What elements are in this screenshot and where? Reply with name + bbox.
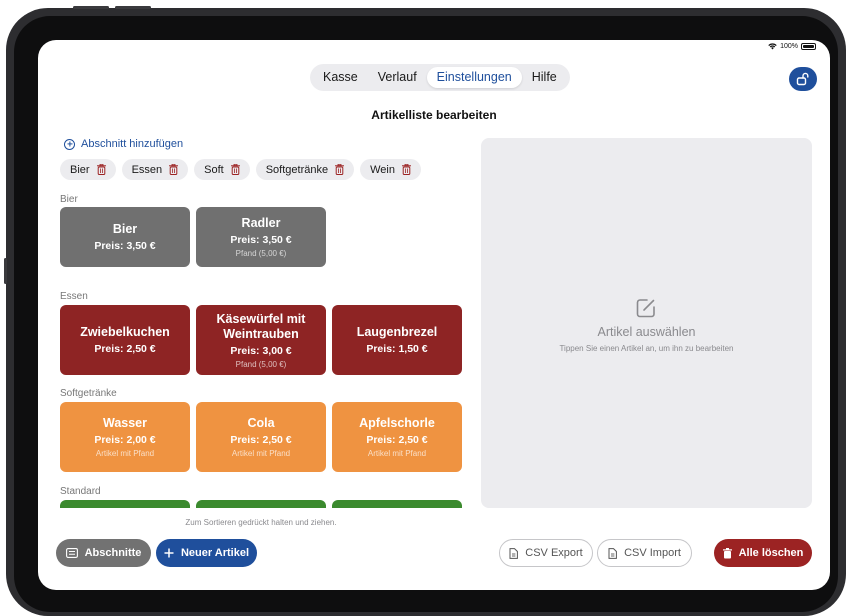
page-title: Artikelliste bearbeiten (371, 108, 497, 122)
article-tile[interactable]: Apfelschorle Preis: 2,50 € Artikel mit Pfa… (332, 402, 462, 472)
delete-all-button[interactable]: Alle löschen (714, 539, 812, 567)
side-button (4, 258, 7, 284)
article-price: Preis: 2,50 € (94, 343, 156, 355)
detail-hint: Tippen Sie einen Artikel an, um ihn zu b… (559, 344, 734, 353)
article-name: Wasser (102, 416, 147, 430)
csv-import-button[interactable]: CSV Import (597, 539, 692, 567)
article-tile[interactable]: Bier Preis: 3,50 € (60, 207, 190, 267)
article-tile[interactable]: Käsewürfel mit Weintrauben Preis: 3,00 € P… (196, 305, 326, 375)
trash-icon (722, 547, 732, 558)
article-name: Laugenbrezel (356, 325, 438, 339)
section-header: Essen (60, 291, 88, 302)
article-name: Apfelschorle (359, 416, 435, 430)
article-tile[interactable]: Cola Preis: 2,50 € Artikel mit Pfand (196, 402, 326, 472)
article-deposit: Artikel mit Pfand (231, 449, 291, 458)
article-price: Preis: 1,50 € (366, 343, 428, 355)
delete-all-label: Alle löschen (738, 547, 804, 559)
csv-export-button[interactable]: CSV Export (499, 539, 593, 567)
article-price: Preis: 2,50 € (366, 434, 428, 446)
document-icon (608, 547, 617, 559)
tab-verlauf[interactable]: Verlauf (368, 67, 427, 88)
power-button (115, 6, 151, 9)
section-chip-label: Essen (131, 163, 163, 176)
section-chip[interactable]: Soft (194, 159, 250, 180)
section-chip[interactable]: Bier (60, 159, 116, 180)
app-screen: 100% Kasse Verlauf Einstellungen Hilfe A… (38, 40, 830, 590)
article-price: Preis: 3,50 € (94, 240, 156, 252)
article-name: Radler (241, 216, 281, 230)
section-chip[interactable]: Essen (121, 159, 189, 180)
article-tile[interactable]: Radler Preis: 3,50 € Pfand (5,00 €) (196, 207, 326, 267)
sort-hint: Zum Sortieren gedrückt halten und ziehen… (185, 518, 337, 527)
volume-button (73, 6, 109, 9)
article-price: Preis: 2,00 € (94, 434, 156, 446)
article-price: Preis: 3,50 € (230, 234, 292, 246)
edit-icon (636, 299, 655, 318)
section-chip-label: Softgetränke (265, 163, 329, 176)
article-tile[interactable] (332, 500, 462, 508)
csv-import-label: CSV Import (624, 547, 681, 559)
article-name: Cola (247, 416, 275, 430)
section-chip-label: Bier (70, 163, 90, 176)
status-bar: 100% (768, 43, 816, 50)
trash-icon[interactable] (401, 164, 411, 175)
article-tile[interactable] (60, 500, 190, 508)
section-header: Bier (60, 194, 78, 205)
wifi-icon (768, 43, 777, 50)
new-article-button[interactable]: Neuer Artikel (156, 539, 257, 567)
ipad-device: 100% Kasse Verlauf Einstellungen Hilfe A… (0, 0, 851, 616)
section-chip[interactable]: Wein (360, 159, 421, 180)
sections-button[interactable]: Abschnitte (56, 539, 151, 567)
list-icon (65, 548, 78, 558)
unlock-icon (796, 72, 809, 86)
section-chip-label: Wein (370, 163, 395, 176)
article-tile[interactable]: Laugenbrezel Preis: 1,50 € (332, 305, 462, 375)
add-section-button[interactable]: Abschnitt hinzufügen (64, 138, 183, 150)
unlock-button[interactable] (789, 67, 817, 91)
article-deposit: Pfand (5,00 €) (235, 359, 287, 369)
section-header: Standard (60, 486, 101, 497)
csv-export-label: CSV Export (525, 547, 583, 559)
section-chip-label: Soft (204, 163, 224, 176)
battery-percent: 100% (780, 43, 798, 50)
article-list[interactable]: Bier Bier Preis: 3,50 € Radler Preis: 3,50 €… (60, 190, 462, 508)
tab-hilfe[interactable]: Hilfe (522, 67, 567, 88)
section-header: Softgetränke (60, 388, 117, 399)
sections-button-label: Abschnitte (84, 547, 142, 559)
article-price: Preis: 2,50 € (230, 434, 292, 446)
article-tile[interactable]: Wasser Preis: 2,00 € Artikel mit Pfand (60, 402, 190, 472)
tab-einstellungen[interactable]: Einstellungen (426, 67, 522, 88)
section-chips: Bier Essen Soft Softgetränke Wein (60, 159, 421, 180)
article-deposit: Artikel mit Pfand (367, 449, 427, 458)
new-article-label: Neuer Artikel (180, 547, 250, 559)
article-detail-panel: Artikel auswählen Tippen Sie einen Artik… (481, 138, 812, 508)
section-chip[interactable]: Softgetränke (255, 159, 355, 180)
article-name: Bier (112, 222, 138, 236)
article-deposit: Artikel mit Pfand (95, 449, 155, 458)
trash-icon[interactable] (169, 164, 179, 175)
article-tile[interactable]: Zwiebelkuchen Preis: 2,50 € (60, 305, 190, 375)
trash-icon[interactable] (96, 164, 106, 175)
tab-kasse[interactable]: Kasse (313, 67, 368, 88)
add-section-label: Abschnitt hinzufügen (81, 138, 184, 150)
detail-title: Artikel auswählen (597, 325, 696, 339)
plus-icon (164, 548, 174, 558)
trash-icon[interactable] (335, 164, 345, 175)
plus-circle-icon (64, 138, 75, 150)
main-tabs: Kasse Verlauf Einstellungen Hilfe (310, 64, 570, 91)
article-deposit: Pfand (5,00 €) (235, 249, 287, 258)
article-name: Zwiebelkuchen (80, 325, 170, 339)
article-price: Preis: 3,00 € (230, 344, 292, 357)
article-tile[interactable] (196, 500, 326, 508)
document-icon (509, 547, 519, 559)
article-name: Käsewürfel mit Weintrauben (216, 311, 306, 341)
trash-icon[interactable] (230, 164, 240, 175)
battery-icon (801, 43, 816, 50)
